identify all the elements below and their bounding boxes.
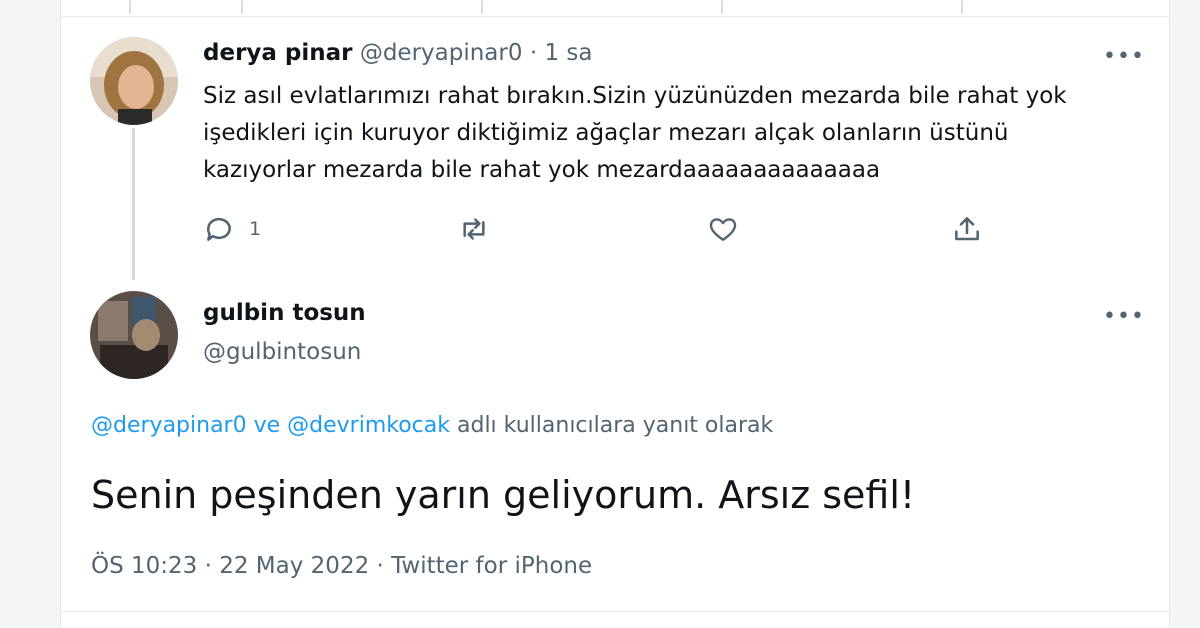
- top-action-stub: [481, 0, 483, 14]
- reply-action-button[interactable]: 1: [203, 213, 261, 245]
- reply-tweet-text: Siz asıl evlatlarımızı rahat bırakın.Siz…: [203, 78, 1143, 189]
- mention-link-devrimkocak[interactable]: @devrimkocak: [287, 413, 450, 438]
- reply-text-line: kazıyorlar mezarda bile rahat yok mezard…: [203, 157, 881, 183]
- reply-text-line: işedikleri için kuruyor diktiğimiz ağaçl…: [203, 120, 1009, 146]
- heart-icon: [707, 213, 739, 245]
- reply-author-handle[interactable]: @deryapinar0: [360, 40, 523, 66]
- top-action-stub: [721, 0, 723, 14]
- mention-link-deryapinar0[interactable]: @deryapinar0: [91, 413, 247, 438]
- reply-author-line: derya pinar @deryapinar0 · 1 sa: [203, 40, 592, 66]
- main-tweet-text: Senin peşinden yarın geliyorum. Arsız se…: [91, 473, 916, 517]
- tweet-thread-card: derya pinar @deryapinar0 · 1 sa ••• Siz …: [60, 0, 1170, 628]
- replying-to-line: @deryapinar0 ve @devrimkocak adlı kullan…: [91, 413, 773, 438]
- reply-text-line: Siz asıl evlatlarımızı rahat bırakın.Siz…: [203, 83, 1067, 109]
- reply-count: 1: [249, 218, 262, 240]
- reply-more-options-icon[interactable]: •••: [1103, 46, 1145, 68]
- top-thread-stub: [129, 0, 131, 14]
- top-action-stub: [241, 0, 243, 14]
- main-more-options-icon[interactable]: •••: [1103, 306, 1145, 328]
- reply-time[interactable]: 1 sa: [544, 40, 592, 66]
- reply-separator: ·: [529, 40, 538, 66]
- meta-separator: ·: [376, 553, 384, 579]
- main-author-handle[interactable]: @gulbintosun: [203, 339, 361, 365]
- share-action-button[interactable]: [951, 213, 983, 245]
- main-author-name[interactable]: gulbin tosun: [203, 300, 366, 326]
- tweet-time[interactable]: ÖS 10:23: [91, 553, 197, 579]
- reply-icon: [203, 213, 235, 245]
- bottom-divider: [61, 611, 1169, 612]
- share-icon: [951, 213, 983, 245]
- tweet-meta-line: ÖS 10:23 · 22 May 2022 · Twitter for iPh…: [91, 553, 592, 579]
- avatar-derya-pinar[interactable]: [90, 37, 178, 125]
- meta-separator: ·: [204, 553, 212, 579]
- replying-suffix: adlı kullanıcılara yanıt olarak: [457, 413, 774, 438]
- thread-connector-line: [132, 128, 135, 280]
- like-action-button[interactable]: [707, 213, 739, 245]
- retweet-icon: [457, 213, 491, 245]
- replying-connector: ve: [253, 413, 281, 438]
- top-divider: [61, 16, 1169, 17]
- top-action-stub: [961, 0, 963, 14]
- reply-author-name[interactable]: derya pinar: [203, 40, 353, 66]
- avatar-gulbin-tosun[interactable]: [90, 291, 178, 379]
- tweet-source[interactable]: Twitter for iPhone: [391, 553, 592, 579]
- tweet-date[interactable]: 22 May 2022: [219, 553, 369, 579]
- retweet-action-button[interactable]: [457, 213, 491, 245]
